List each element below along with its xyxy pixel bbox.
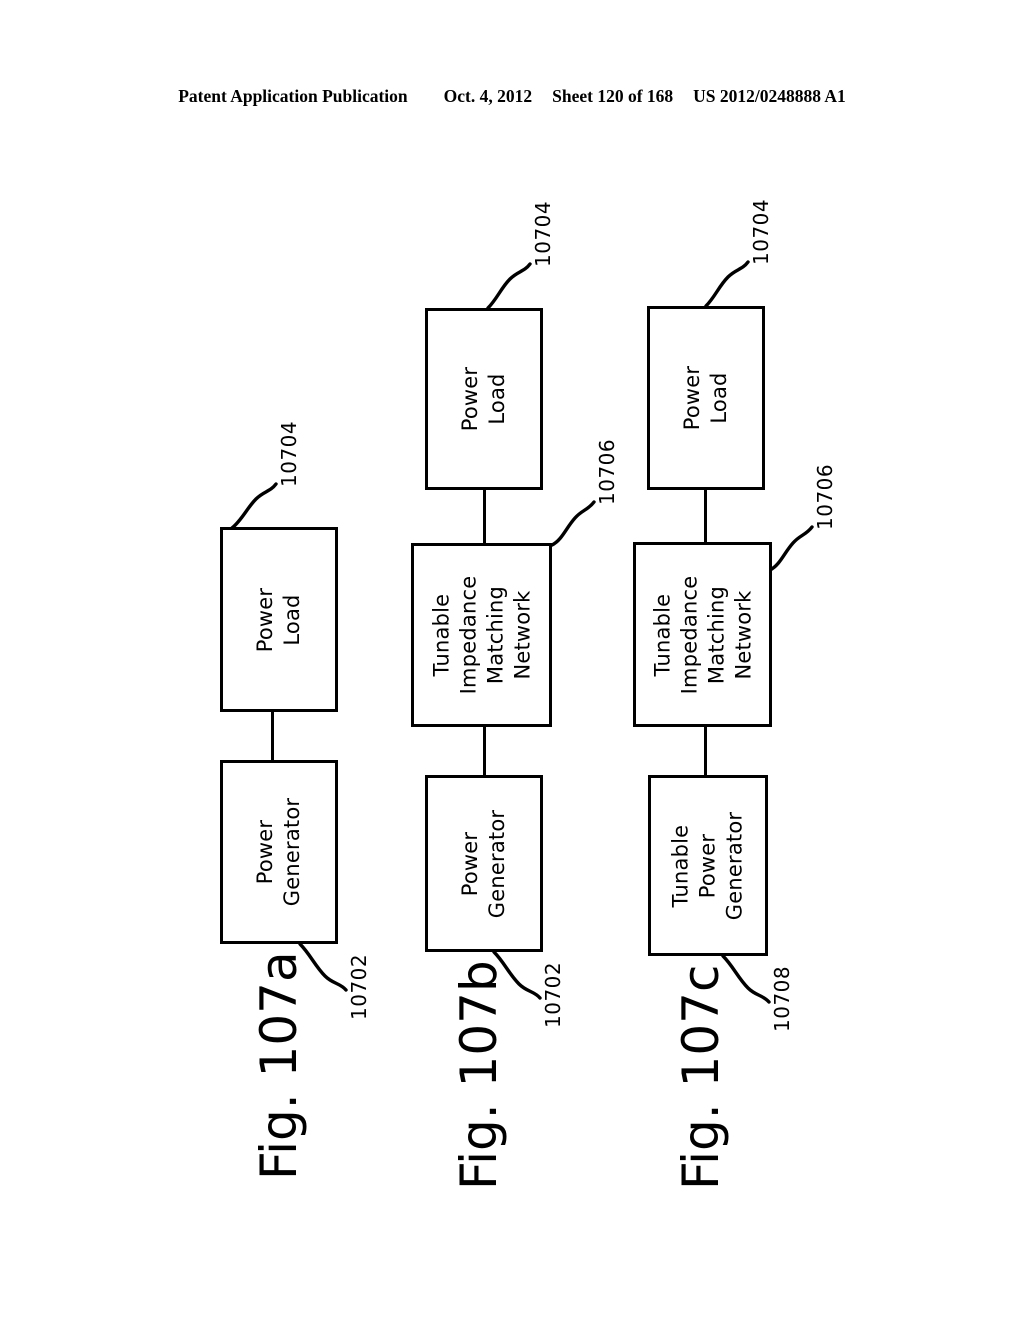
block-label-power-generator-107b: Power Generator <box>458 809 509 918</box>
ref-numeral-10706-107c: 10706 <box>813 463 837 530</box>
ref-numeral-10702-107b: 10702 <box>541 961 565 1028</box>
leader-107a-10704 <box>230 482 278 530</box>
block-label-tunable-power-generator-107c: Tunable Power Generator <box>668 811 747 920</box>
figure-caption-107b: Fig. 107b <box>450 960 508 1190</box>
connector-107a-load-generator <box>271 710 274 762</box>
block-label-power-generator-107a: Power Generator <box>253 797 304 907</box>
block-power-load-107c: Power Load <box>647 306 765 490</box>
ref-numeral-10702-107a: 10702 <box>347 953 371 1020</box>
patent-drawing: Power Load Power Generator 10704 10702 F… <box>0 0 1024 1320</box>
block-power-generator-107a: Power Generator <box>220 760 338 944</box>
block-label-power-load-107a: Power Load <box>253 587 304 652</box>
leader-107b-10706 <box>550 500 596 547</box>
ref-numeral-10706-107b: 10706 <box>595 438 619 505</box>
block-label-matching-network-107c: Tunable Impedance Matching Network <box>649 575 755 694</box>
block-label-matching-network-107b: Tunable Impedance Matching Network <box>428 575 534 695</box>
block-tunable-impedance-matching-network-107b: Tunable Impedance Matching Network <box>411 543 552 727</box>
connector-107c-load-network <box>704 488 707 544</box>
figure-caption-107c: Fig. 107c <box>672 964 730 1190</box>
block-tunable-impedance-matching-network-107c: Tunable Impedance Matching Network <box>633 542 772 727</box>
ref-numeral-10704-107c: 10704 <box>749 198 773 265</box>
block-label-power-load-107b: Power Load <box>458 366 509 432</box>
ref-numeral-10704-107a: 10704 <box>277 420 301 487</box>
block-tunable-power-generator-107c: Tunable Power Generator <box>648 775 768 956</box>
ref-numeral-10708-107c: 10708 <box>770 965 794 1032</box>
block-power-load-107b: Power Load <box>425 308 543 490</box>
leader-107b-10704 <box>486 262 532 310</box>
ref-numeral-10704-107b: 10704 <box>531 200 555 267</box>
figure-caption-107a: Fig. 107a <box>250 951 308 1180</box>
block-power-load-107a: Power Load <box>220 527 338 712</box>
leader-107c-10704 <box>704 260 750 308</box>
block-power-generator-107b: Power Generator <box>425 775 543 952</box>
block-label-power-load-107c: Power Load <box>680 365 731 431</box>
connector-107b-network-generator <box>483 725 486 777</box>
connector-107b-load-network <box>483 488 486 545</box>
leader-107c-10706 <box>768 525 814 572</box>
connector-107c-network-generator <box>704 725 707 777</box>
